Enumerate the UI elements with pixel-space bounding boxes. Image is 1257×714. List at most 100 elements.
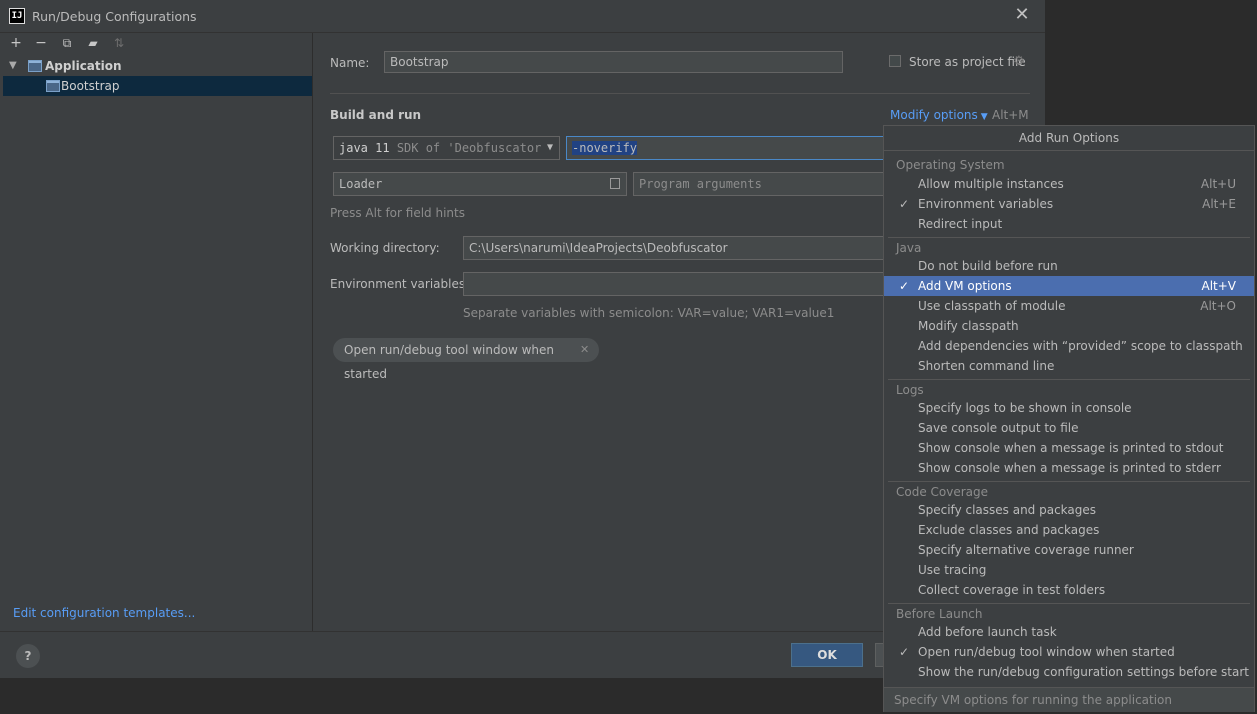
name-field[interactable]: Bootstrap (384, 51, 843, 73)
divider (330, 93, 1030, 94)
checkmark-icon: ✓ (899, 279, 910, 293)
option-shortcut: Alt+V (1201, 279, 1236, 293)
modify-options-label: Modify options (890, 108, 978, 122)
option-show-settings-before-start[interactable]: Show the run/debug configuration setting… (884, 662, 1254, 682)
option-label: Environment variables (918, 197, 1054, 211)
store-project-label: Store as project file (909, 55, 1026, 69)
option-specify-classes[interactable]: Specify classes and packages (884, 500, 1254, 520)
option-shortcut: Alt+U (1200, 177, 1236, 191)
option-collect-coverage-test[interactable]: Collect coverage in test folders (884, 580, 1254, 600)
option-label: Specify logs to be shown in console (918, 401, 1132, 415)
option-label: Show the run/debug configuration setting… (918, 665, 1250, 679)
option-label: Specify alternative coverage runner (918, 543, 1134, 557)
option-label: Do not build before run (918, 259, 1058, 273)
option-label: Specify classes and packages (918, 503, 1097, 517)
build-and-run-heading: Build and run (330, 108, 422, 122)
option-label: Show console when a message is printed t… (918, 441, 1224, 455)
option-use-classpath-of-module[interactable]: Use classpath of module Alt+O (884, 296, 1254, 316)
close-icon[interactable]: ✕ (1012, 4, 1032, 26)
ok-button[interactable]: OK (791, 643, 863, 667)
configurations-panel: + − ⧉ ▰ ⇅ ▼ Application Bootstrap Edit c… (3, 33, 313, 631)
intellij-app-icon: IJ (9, 8, 25, 24)
option-redirect-input[interactable]: Redirect input (884, 214, 1254, 234)
sdk-detail: SDK of 'Deobfuscator (396, 141, 542, 155)
tree-item-label: Bootstrap (61, 79, 120, 93)
add-run-options-popup: Add Run Options Operating System Allow m… (883, 125, 1255, 712)
program-arguments-field[interactable]: Program arguments (633, 172, 886, 196)
option-do-not-build[interactable]: Do not build before run (884, 256, 1254, 276)
option-modify-classpath[interactable]: Modify classpath (884, 316, 1254, 336)
option-label: Open run/debug tool window when started (918, 645, 1175, 659)
option-label: Shorten command line (918, 359, 1055, 373)
folder-icon[interactable]: ▰ (83, 34, 103, 52)
working-directory-field[interactable]: C:\Users\narumi\IdeaProjects\Deobfuscato… (463, 236, 886, 260)
sdk-select[interactable]: java 11 SDK of 'Deobfuscator ▼ (333, 136, 560, 160)
program-arguments-placeholder: Program arguments (639, 177, 762, 191)
modify-options-link[interactable]: Modify options ▼ (890, 108, 988, 122)
browse-class-icon[interactable] (610, 178, 620, 189)
chevron-down-icon[interactable]: ▼ (9, 56, 17, 76)
environment-variables-field[interactable] (463, 272, 886, 296)
option-specify-logs[interactable]: Specify logs to be shown in console (884, 398, 1254, 418)
option-exclude-classes[interactable]: Exclude classes and packages (884, 520, 1254, 540)
option-add-vm-options[interactable]: ✓ Add VM options Alt+V (884, 276, 1254, 296)
title-bar: IJ Run/Debug Configurations ✕ (0, 0, 1045, 33)
section-title-logs: Logs (896, 383, 924, 397)
edit-templates-link[interactable]: Edit configuration templates... (13, 606, 195, 620)
option-shorten-command-line[interactable]: Shorten command line (884, 356, 1254, 376)
option-label: Collect coverage in test folders (918, 583, 1106, 597)
chip-label: Open run/debug tool window when started (344, 343, 554, 381)
popup-separator (888, 379, 1250, 380)
option-open-tool-window[interactable]: ✓ Open run/debug tool window when starte… (884, 642, 1254, 662)
sort-icon[interactable]: ⇅ (109, 34, 129, 52)
copy-configuration-icon[interactable]: ⧉ (57, 34, 77, 52)
option-use-tracing[interactable]: Use tracing (884, 560, 1254, 580)
tree-item-bootstrap[interactable]: Bootstrap (3, 76, 312, 96)
environment-variables-label: Environment variables: (330, 277, 470, 291)
window-title: Run/Debug Configurations (32, 9, 197, 24)
option-add-before-launch-task[interactable]: Add before launch task (884, 622, 1254, 642)
option-label: Add dependencies with “provided” scope t… (918, 339, 1243, 353)
main-class-field[interactable]: Loader (333, 172, 627, 196)
sdk-name: java 11 (339, 141, 390, 155)
main-class-value: Loader (339, 177, 383, 191)
option-alternative-coverage-runner[interactable]: Specify alternative coverage runner (884, 540, 1254, 560)
option-label: Allow multiple instances (918, 177, 1064, 191)
environment-variables-hint: Separate variables with semicolon: VAR=v… (463, 306, 835, 320)
option-shortcut: Alt+O (1200, 299, 1236, 313)
store-project-checkbox[interactable] (889, 55, 901, 67)
option-label: Use tracing (918, 563, 987, 577)
popup-separator (888, 603, 1250, 604)
tree-group-label: Application (45, 59, 122, 73)
option-add-provided-dependencies[interactable]: Add dependencies with “provided” scope t… (884, 336, 1254, 356)
option-label: Add VM options (918, 279, 1012, 293)
application-config-icon (28, 60, 42, 72)
tree-group-application[interactable]: ▼ Application (3, 56, 312, 76)
gear-icon[interactable]: ⚙ (1013, 54, 1025, 69)
section-title-operating-system: Operating System (896, 158, 1005, 172)
option-label: Exclude classes and packages (918, 523, 1100, 537)
close-icon[interactable]: ✕ (580, 338, 589, 362)
option-show-console-stdout[interactable]: Show console when a message is printed t… (884, 438, 1254, 458)
vm-options-value: -noverify (572, 141, 638, 155)
add-configuration-icon[interactable]: + (6, 34, 26, 52)
section-title-before-launch: Before Launch (896, 607, 983, 621)
vm-options-field[interactable]: -noverify (566, 136, 886, 160)
option-save-console-output[interactable]: Save console output to file (884, 418, 1254, 438)
option-show-console-stderr[interactable]: Show console when a message is printed t… (884, 458, 1254, 478)
popup-footer-text: Specify VM options for running the appli… (894, 693, 1173, 707)
name-label: Name: (330, 56, 370, 70)
option-shortcut: Alt+E (1202, 197, 1236, 211)
popup-separator (888, 237, 1250, 238)
help-button[interactable]: ? (16, 644, 40, 668)
chevron-down-icon: ▼ (546, 142, 553, 153)
option-environment-variables[interactable]: ✓ Environment variables Alt+E (884, 194, 1254, 214)
popup-footer: Specify VM options for running the appli… (884, 687, 1254, 712)
remove-configuration-icon[interactable]: − (31, 34, 51, 52)
option-label: Redirect input (918, 217, 1003, 231)
application-config-icon (46, 80, 60, 92)
option-label: Show console when a message is printed t… (918, 461, 1221, 475)
checkmark-icon: ✓ (899, 197, 910, 211)
option-allow-multiple-instances[interactable]: Allow multiple instances Alt+U (884, 174, 1254, 194)
working-directory-label: Working directory: (330, 241, 440, 255)
